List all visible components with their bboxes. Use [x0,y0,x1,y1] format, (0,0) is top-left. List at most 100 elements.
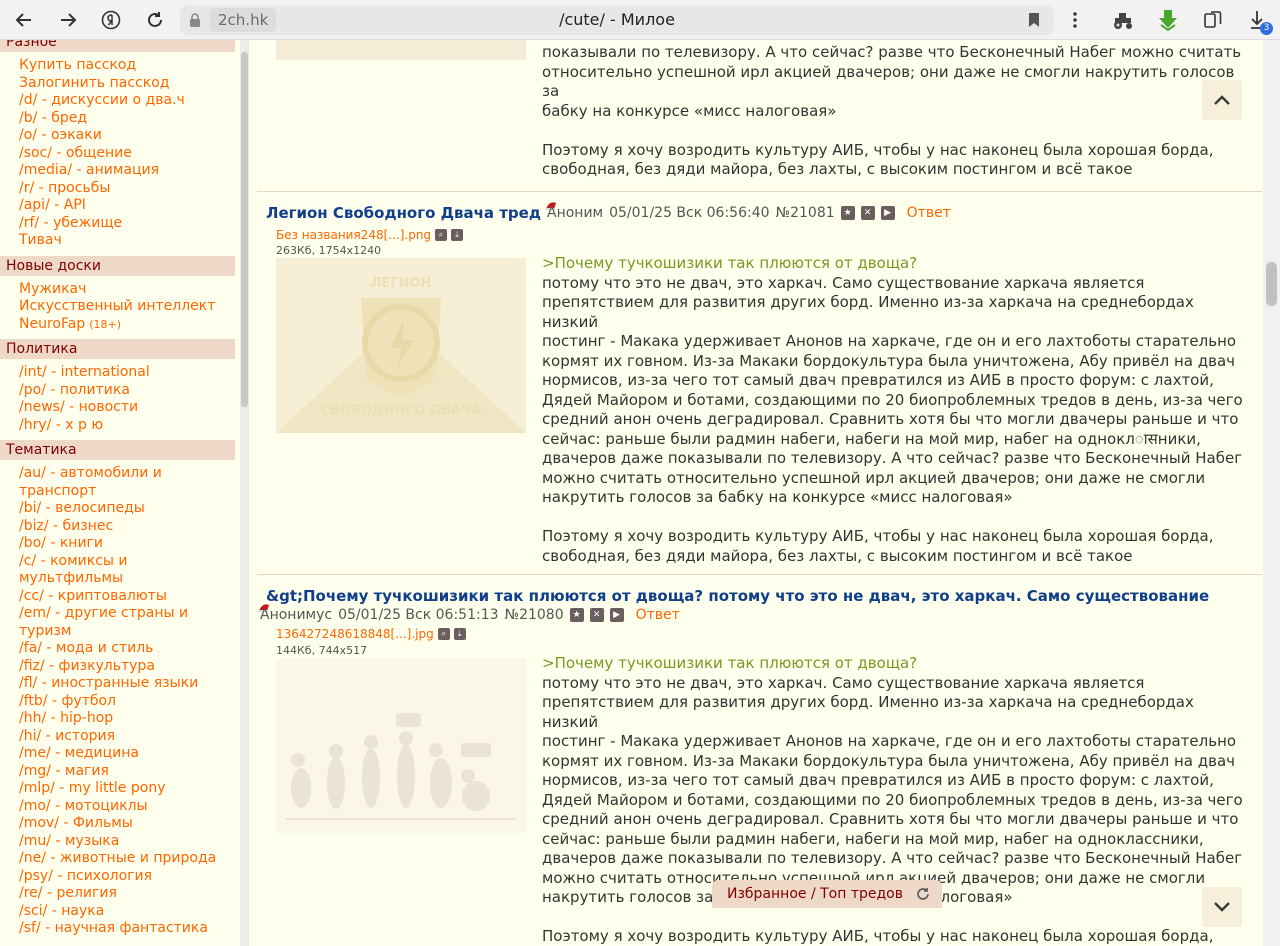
sidebar-board-link[interactable]: /biz/ - бизнес [19,518,224,536]
sidebar-board-link[interactable]: /o/ - оэкаки [19,127,224,145]
hide-icon[interactable]: ✕ [589,608,604,622]
tractor-icon [1114,13,1132,29]
star-icon[interactable]: ★ [569,608,584,622]
bookmark-icon[interactable] [1028,12,1040,28]
sidebar-board-label: /news/ - новости [19,399,139,415]
sidebar-board-link[interactable]: Искусственный интеллект [19,298,224,316]
page-scrollbar[interactable] [1263,40,1280,946]
scroll-down-button[interactable] [1202,887,1242,927]
downloads-button[interactable]: 3 [1245,8,1273,35]
sidebar-board-label: /soc/ - общение [19,144,132,161]
sidebar-board-link[interactable]: /bi/ - велосипеды [19,500,224,518]
sidebar-board-link[interactable]: /hi/ - история [19,728,224,746]
extension-tractor[interactable] [1111,8,1135,32]
sidebar-board-link[interactable]: /mlp/ - my little pony [19,780,224,798]
post-text-line: сейчас: раньше были радмин набеги, набег… [542,829,1204,848]
sidebar-board-link[interactable]: /d/ - дискуссии о два.ч [19,92,224,110]
sidebar-board-link[interactable]: Мужикач [19,281,224,299]
sidebar-board-link[interactable]: /au/ - автомобили и транспорт [19,465,224,500]
menu-button[interactable] [1063,8,1087,32]
post-1-reply-link[interactable]: Ответ [907,205,951,221]
post-2-title[interactable]: &gt;Почему тучкошизики так плюются от дв… [266,587,1209,605]
scroll-up-button[interactable] [1202,80,1242,120]
refresh-icon[interactable] [916,887,930,901]
post-text-line: постинг - Макака удерживает Анонов на ха… [542,332,1237,350]
yandex-button[interactable] [97,6,125,34]
sidebar-board-link[interactable]: /ftb/ - футбол [19,693,224,711]
extension-collections[interactable] [1201,8,1225,32]
post-2-file-name[interactable]: 136427248618848[...].jpg [276,627,434,641]
sidebar-board-link[interactable]: /mo/ - мотоциклы [19,798,224,816]
sidebar-board-link[interactable]: /em/ - другие страны и туризм [19,605,224,640]
post-text-line: Поэтому я хочу возродить культуру АИБ, ч… [542,527,1214,545]
sidebar-board-link[interactable]: /rf/ - убежище [19,215,224,233]
post-1-image-caption-top: ЛЕГИОН [370,276,432,291]
post-2-number[interactable]: №21080 [505,607,564,623]
post-1-image[interactable]: ЛЕГИОН СВОБОДНОГО ДВАЧА [276,258,526,433]
back-button[interactable] [10,6,38,34]
sidebar-board-link[interactable]: /mu/ - музыка [19,833,224,851]
reload-button[interactable] [141,6,169,34]
post-2-file[interactable]: 136427248618848[...].jpg ⌕ ⤓ [276,627,466,641]
sidebar-board-link[interactable]: /mov/ - Фильмы [19,815,224,833]
sidebar-section-title: Тематика [0,440,235,460]
sidebar-board-link[interactable]: Залогинить пасскод [19,75,224,93]
sidebar-board-link[interactable]: /media/ - анимация [19,162,224,180]
sidebar-board-link[interactable]: /fa/ - мода и стиль [19,640,224,658]
sidebar-board-link[interactable]: /bo/ - книги [19,535,224,553]
hide-icon[interactable]: ✕ [860,206,875,220]
page-scrollbar-thumb[interactable] [1266,262,1277,306]
post-2-image[interactable] [276,658,526,833]
post-1-file-name[interactable]: Без названия248[...].png [276,228,431,242]
sidebar-board-link[interactable]: /psy/ - психология [19,868,224,886]
sidebar-board-link[interactable]: /cc/ - криптовалюты [19,588,224,606]
sidebar-scrollbar-thumb[interactable] [241,52,248,407]
sidebar-board-link[interactable]: /hry/ - х р ю [19,417,224,435]
post-2-reply-link[interactable]: Ответ [636,607,680,623]
sidebar-board-link[interactable]: /news/ - новости [19,399,224,417]
post-text-line: потому что это не двач, это харкач. Само… [542,673,1145,692]
sidebar-board-link[interactable]: /fl/ - иностранные языки [19,675,224,693]
sidebar-board-link[interactable]: /api/ - API [19,197,224,215]
image-search-icon[interactable]: ⌕ [435,229,448,241]
post-1-title[interactable]: Легион Свободного Двача тред [266,204,541,222]
sidebar-board-link[interactable]: /po/ - политика [19,382,224,400]
sidebar-board-link[interactable]: NeuroFap (18+) [19,316,224,334]
post-1-file[interactable]: Без названия248[...].png ⌕ ⤓ [276,228,464,242]
sidebar-board-link[interactable]: /soc/ - общение [19,145,224,163]
star-icon[interactable]: ★ [840,206,855,220]
file-download-icon[interactable]: ⤓ [451,229,464,241]
sidebar-board-link[interactable]: /b/ - бред [19,110,224,128]
sidebar-board-link[interactable]: /mg/ - магия [19,763,224,781]
sidebar-board-link[interactable]: /sf/ - научная фантастика [19,920,224,938]
image-search-icon[interactable]: ⌕ [437,628,450,640]
sidebar-board-link[interactable]: /sci/ - наука [19,903,224,921]
sidebar-board-label: /rf/ - убежище [19,214,123,231]
sidebar-board-link[interactable]: /ne/ - животные и природа [19,850,224,868]
play-icon[interactable]: ▶ [609,608,624,622]
post-0-image-bottom[interactable] [276,40,526,60]
favorites-bar[interactable]: Избранное / Топ тредов [712,880,942,908]
kebab-menu-icon [1073,12,1077,28]
sidebar-board-link[interactable]: Тивач [19,232,224,250]
file-download-icon[interactable]: ⤓ [453,628,466,640]
post-1-number[interactable]: №21081 [776,205,835,221]
post-text-line: кормят их говном. Из-за Макаки бордокуль… [542,351,1236,370]
sidebar-board-label: /mov/ - Фильмы [19,815,133,831]
sidebar-board-link[interactable]: /c/ - комиксы и мультфильмы [19,553,224,588]
sidebar-board-label: /cc/ - криптовалюты [19,587,167,604]
sidebar-board-link[interactable]: /int/ - international [19,364,224,382]
sidebar-section-title: Разное [0,40,235,52]
sidebar-board-link[interactable]: /r/ - просьбы [19,180,224,198]
sidebar-board-link[interactable]: /hh/ - hip-hop [19,710,224,728]
sidebar-board-link[interactable]: /me/ - медицина [19,745,224,763]
forward-button[interactable] [54,6,82,34]
sidebar-board-label: /po/ - политика [19,381,130,398]
extension-download-helper[interactable] [1156,8,1180,32]
play-icon[interactable]: ▶ [880,206,895,220]
sidebar-board-link[interactable]: /re/ - религия [19,885,224,903]
sidebar-board-link[interactable]: /fiz/ - физкультура [19,658,224,676]
address-bar[interactable]: 2ch.hk /cute/ - Милое [180,5,1054,35]
sidebar-scrollbar[interactable] [240,40,249,946]
sidebar-board-link[interactable]: Купить пасскод [19,57,224,75]
